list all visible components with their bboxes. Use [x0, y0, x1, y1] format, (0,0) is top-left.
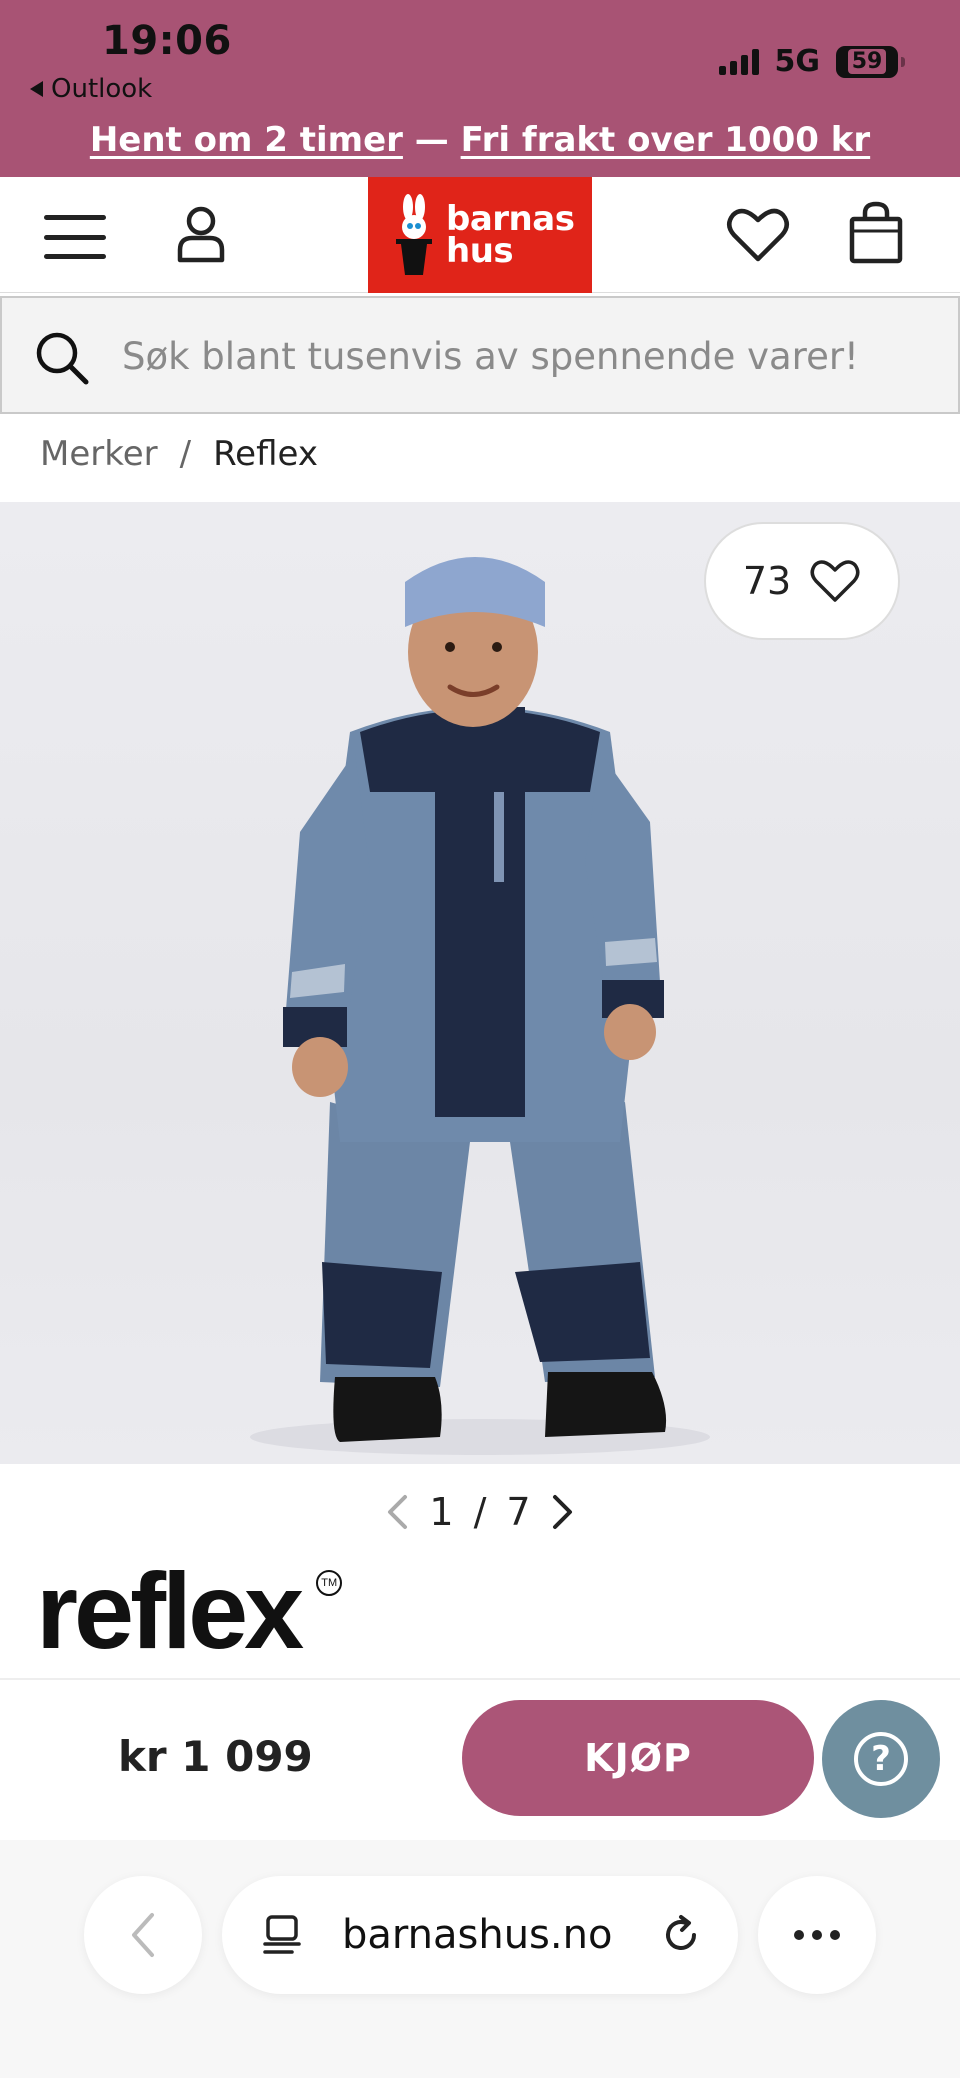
- logo-text-line2: hus: [446, 231, 514, 271]
- like-counter-button[interactable]: 73: [704, 522, 900, 640]
- breadcrumb-item-reflex: Reflex: [213, 434, 318, 474]
- brand-name: reflex: [36, 1550, 304, 1671]
- brand-logo[interactable]: reflex TM: [36, 1548, 343, 1673]
- promo-separator: —: [414, 120, 449, 160]
- image-pager: 1 / 7: [0, 1490, 960, 1534]
- status-indicators: 5G 59: [718, 44, 905, 79]
- search-bar: [0, 296, 960, 414]
- hamburger-icon[interactable]: [44, 215, 106, 259]
- network-label: 5G: [774, 44, 821, 79]
- signal-icon: [718, 48, 759, 75]
- promo-link-shipping[interactable]: Fri frakt over 1000 kr: [461, 120, 871, 160]
- pager-current: 1: [429, 1490, 454, 1534]
- pager-total: 7: [506, 1490, 531, 1534]
- breadcrumb-item-merker[interactable]: Merker: [40, 434, 158, 474]
- battery-level: 59: [847, 49, 887, 74]
- site-logo[interactable]: barnas hus: [368, 177, 592, 293]
- heart-icon[interactable]: [726, 205, 790, 265]
- chevron-left-icon: [132, 1913, 154, 1957]
- site-header: barnas hus: [0, 177, 960, 293]
- promo-link-pickup[interactable]: Hent om 2 timer: [90, 120, 403, 160]
- battery-icon: 59: [836, 45, 905, 78]
- more-button[interactable]: [758, 1876, 876, 1994]
- breadcrumb-separator: /: [179, 434, 192, 474]
- url-text: barnashus.no: [342, 1912, 613, 1958]
- chevron-right-icon[interactable]: [551, 1494, 575, 1530]
- heart-outline-icon: [810, 560, 860, 602]
- back-app-label: Outlook: [51, 74, 153, 104]
- bag-icon[interactable]: [846, 201, 906, 265]
- child-snowsuit-illustration: [250, 557, 710, 1455]
- page: 19:06 Outlook 5G 59 Hent om 2 timer — Fr…: [0, 0, 960, 2078]
- product-image[interactable]: 73: [0, 502, 960, 1464]
- browser-toolbar: barnashus.no: [0, 1840, 960, 2078]
- tabs-icon: [263, 1915, 301, 1954]
- promo-banner: Hent om 2 timer — Fri frakt over 1000 kr: [0, 120, 960, 160]
- top-band: 19:06 Outlook 5G 59 Hent om 2 timer — Fr…: [0, 0, 960, 177]
- buy-button[interactable]: KJØP: [462, 1700, 814, 1816]
- reload-icon[interactable]: [660, 1914, 702, 1956]
- chevron-left-icon[interactable]: [385, 1494, 409, 1530]
- more-icon: [794, 1930, 840, 1940]
- search-icon[interactable]: [34, 330, 90, 386]
- divider: [0, 1678, 960, 1680]
- question-icon: ?: [854, 1732, 908, 1786]
- breadcrumb: Merker / Reflex: [40, 434, 318, 474]
- search-input[interactable]: [122, 324, 922, 388]
- product-price: kr 1 099: [118, 1732, 313, 1781]
- like-count: 73: [742, 559, 792, 603]
- address-bar[interactable]: barnashus.no: [222, 1876, 738, 1994]
- help-button[interactable]: ?: [822, 1700, 940, 1818]
- user-icon[interactable]: [176, 205, 226, 263]
- back-to-app[interactable]: Outlook: [30, 74, 152, 104]
- status-time: 19:06: [102, 18, 232, 64]
- back-triangle-icon: [30, 81, 43, 97]
- browser-back-button[interactable]: [84, 1876, 202, 1994]
- bunny-hat-icon: [396, 194, 432, 275]
- trademark-icon: TM: [316, 1570, 343, 1596]
- pager-separator: /: [473, 1490, 487, 1534]
